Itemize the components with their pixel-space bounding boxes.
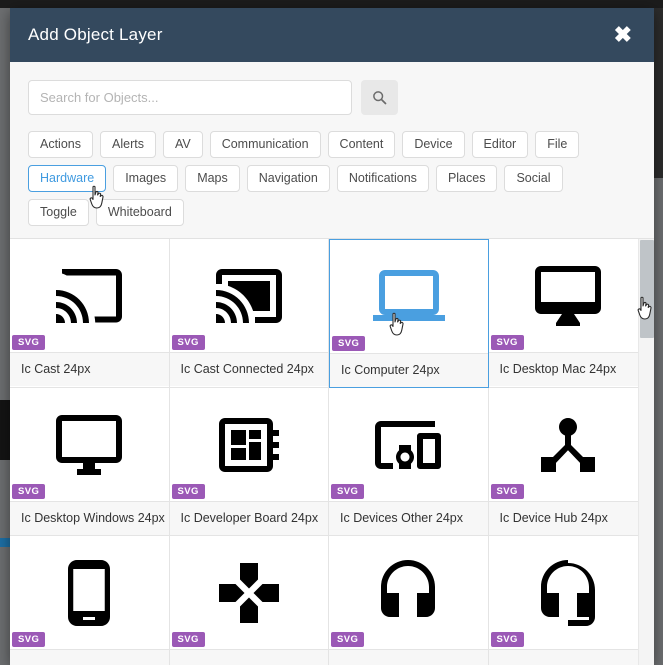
object-card[interactable]: SVG [329, 536, 489, 665]
backdrop-right-panel [654, 8, 663, 178]
close-icon[interactable]: ✖ [608, 22, 638, 48]
svg-format-badge: SVG [490, 632, 524, 647]
object-card-label: Ic Device Hub 24px [488, 501, 647, 535]
search-button[interactable] [361, 80, 398, 115]
backdrop-top-strip [0, 0, 663, 8]
grid-scrollbar-thumb[interactable] [640, 240, 654, 338]
object-card[interactable]: SVG Ic Desktop Mac 24px [488, 239, 648, 388]
object-card[interactable]: SVG Ic Cast Connected 24px [169, 239, 329, 388]
category-tag-content[interactable]: Content [327, 131, 396, 158]
category-tag-maps[interactable]: Maps [185, 165, 240, 192]
object-card-label: Ic Computer 24px [330, 353, 488, 387]
desktop-mac-icon: SVG [489, 239, 648, 352]
developer-board-icon: SVG [170, 388, 329, 501]
backdrop-left-strip [0, 8, 10, 665]
add-object-layer-dialog: Add Object Layer ✖ Actions AlertsAVCommun… [10, 8, 654, 665]
desktop-windows-icon: SVG [10, 388, 169, 501]
object-card-label: Ic Cast 24px [10, 352, 169, 386]
category-tag-list: Actions Alerts AV Communication Content Devic… [10, 115, 616, 238]
svg-format-badge: SVG [12, 632, 46, 647]
backdrop-left-accent [0, 538, 10, 547]
object-card-label: Ic Devices Other 24px [329, 501, 488, 535]
category-tag-toggle[interactable]: Toggle [28, 199, 89, 226]
object-card[interactable]: SVG Ic Devices Other 24px [329, 388, 489, 536]
object-card[interactable]: SVG [169, 536, 329, 665]
object-card-label: Ic Desktop Mac 24px [488, 352, 647, 386]
svg-format-badge: SVG [171, 632, 205, 647]
category-tag-images[interactable]: Images [113, 165, 179, 192]
object-card[interactable]: SVG [10, 536, 170, 665]
dialog-title: Add Object Layer [28, 25, 163, 44]
category-tag-notifications[interactable]: Notifications [336, 165, 429, 192]
object-grid-container: SVG Ic Cast 24px SVG Ic Cast Connected 24px… [10, 238, 654, 665]
search-input[interactable] [28, 80, 352, 115]
object-grid: SVG Ic Cast 24px SVG Ic Cast Connected 24px… [10, 239, 648, 665]
object-card[interactable]: SVG Ic Developer Board 24px [169, 388, 329, 536]
svg-format-badge: SVG [490, 484, 524, 499]
object-card-label [10, 649, 169, 665]
category-tag-av[interactable]: AV [162, 131, 203, 158]
svg-format-badge: SVG [331, 632, 365, 647]
category-tag-communication[interactable]: Communication [209, 131, 321, 158]
object-card[interactable]: SVG Ic Cast 24px [10, 239, 170, 388]
object-card[interactable]: SVG [488, 536, 648, 665]
svg-format-badge: SVG [171, 335, 205, 350]
dialog-body: Actions AlertsAVCommunicationContentDevic… [10, 62, 654, 665]
svg-format-badge: SVG [12, 484, 46, 499]
category-tag-social[interactable]: Social [504, 165, 563, 192]
gamepad-icon: SVG [170, 536, 329, 649]
phone-android-icon: SVG [10, 536, 169, 649]
category-tag-navigation[interactable]: Navigation [246, 165, 330, 192]
category-tag-file[interactable]: File [535, 131, 580, 158]
cast-icon: SVG [10, 239, 169, 352]
object-card-label [329, 649, 488, 665]
search-row [10, 80, 654, 115]
category-tag-editor[interactable]: Editor [471, 131, 529, 158]
cast-connected-icon: SVG [170, 239, 329, 352]
object-card[interactable]: SVG Ic Desktop Windows 24px [10, 388, 170, 536]
category-tag-places[interactable]: Places [435, 165, 498, 192]
headset-mic-icon: SVG [489, 536, 648, 649]
svg-format-badge: SVG [332, 336, 366, 351]
headset-icon: SVG [329, 536, 488, 649]
svg-format-badge: SVG [331, 484, 365, 499]
object-card-label: Ic Cast Connected 24px [169, 352, 328, 386]
category-tag-whiteboard[interactable]: Whiteboard [95, 199, 184, 226]
object-card-label: Ic Desktop Windows 24px [10, 501, 169, 535]
category-tag-actions[interactable]: Actions [28, 131, 93, 158]
category-tag-alerts[interactable]: Alerts [100, 131, 156, 158]
object-card[interactable]: SVG Ic Computer 24px [329, 239, 489, 388]
svg-format-badge: SVG [12, 335, 46, 350]
object-card-label [169, 649, 328, 665]
object-card-label: Ic Developer Board 24px [169, 501, 328, 535]
grid-scrollbar-track[interactable] [638, 239, 654, 665]
dialog-header: Add Object Layer ✖ [10, 8, 654, 62]
category-tag-hardware[interactable]: Hardware [28, 165, 107, 192]
search-icon [372, 90, 387, 105]
category-tag-device[interactable]: Device [402, 131, 465, 158]
object-card[interactable]: SVG Ic Device Hub 24px [488, 388, 648, 536]
svg-format-badge: SVG [490, 335, 524, 350]
object-card-label [488, 649, 647, 665]
svg-format-badge: SVG [171, 484, 205, 499]
backdrop-left-panel [0, 400, 10, 460]
device-hub-icon: SVG [489, 388, 648, 501]
laptop-icon: SVG [330, 240, 488, 353]
devices-other-icon: SVG [329, 388, 488, 501]
